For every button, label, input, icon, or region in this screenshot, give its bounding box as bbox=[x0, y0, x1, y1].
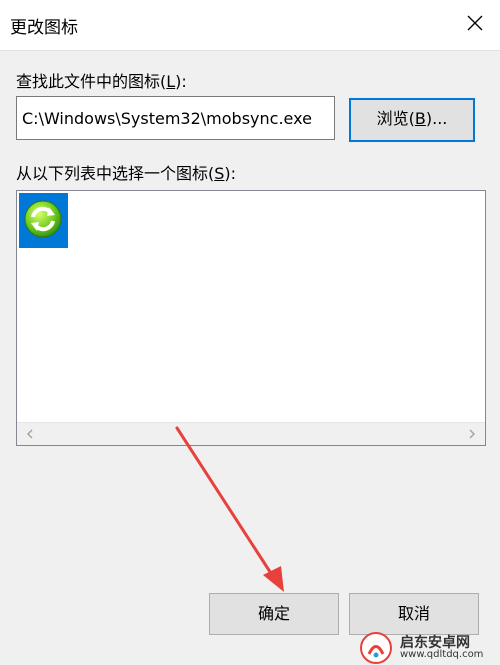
browse-button[interactable]: 浏览(B)... bbox=[349, 98, 475, 142]
find-in-file-label: 查找此文件中的图标(L): bbox=[16, 72, 187, 91]
watermark: 启东安卓网 www.qdltdq.com bbox=[358, 631, 494, 665]
close-icon[interactable] bbox=[462, 10, 488, 36]
watermark-url: www.qdltdq.com bbox=[400, 649, 484, 660]
dialog-title: 更改图标 bbox=[10, 18, 78, 38]
icon-list-item-selected[interactable] bbox=[19, 193, 68, 248]
scroll-right-icon[interactable] bbox=[465, 427, 479, 441]
title-bar: 更改图标 bbox=[0, 0, 500, 51]
watermark-logo-icon bbox=[360, 632, 392, 664]
sync-icon bbox=[24, 200, 62, 238]
icon-list[interactable] bbox=[16, 190, 486, 446]
icon-list-label: 从以下列表中选择一个图标(S): bbox=[16, 164, 237, 183]
file-path-field[interactable] bbox=[16, 96, 335, 140]
horizontal-scrollbar[interactable] bbox=[17, 422, 485, 445]
ok-button[interactable]: 确定 bbox=[209, 593, 339, 635]
scroll-left-icon[interactable] bbox=[23, 427, 37, 441]
cancel-button[interactable]: 取消 bbox=[349, 593, 479, 635]
